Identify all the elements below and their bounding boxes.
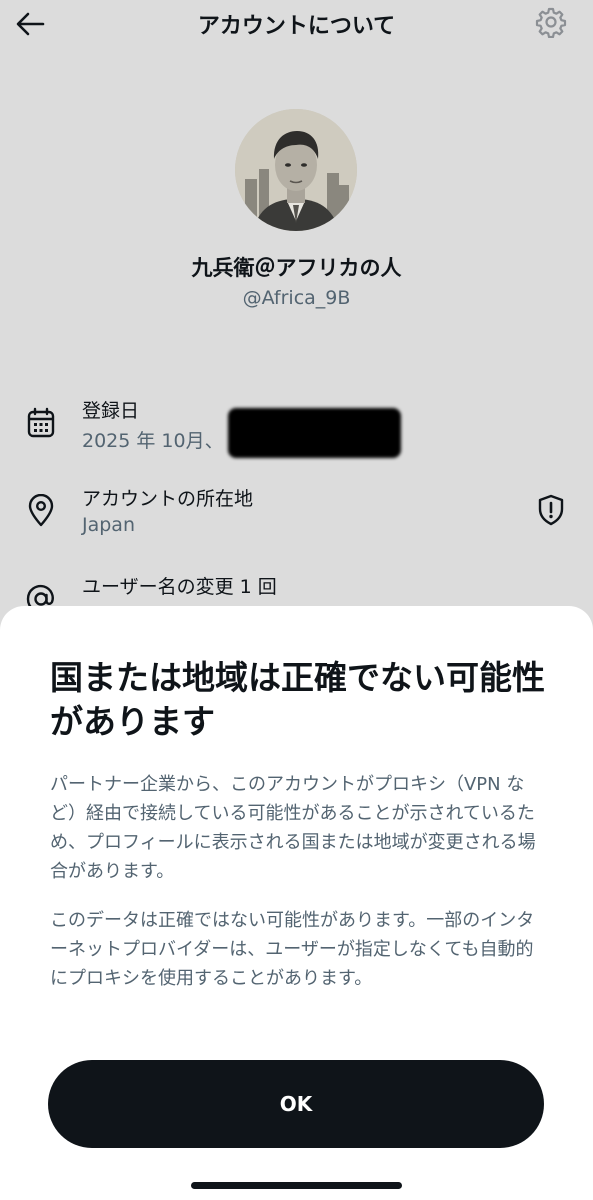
sheet-title: 国または地域は正確でない可能性があります — [50, 658, 545, 741]
location-pin-icon — [24, 494, 58, 528]
avatar[interactable] — [235, 109, 357, 231]
location-label: アカウントの所在地 — [82, 488, 254, 510]
sheet-paragraph-1: パートナー企業から、このアカウントがプロキシ（VPN など）経由で接続している可… — [50, 774, 536, 882]
header: アカウントについて — [0, 0, 593, 48]
shield-exclamation-icon — [538, 494, 564, 526]
sheet-paragraph-2: このデータは正確ではない可能性があります。一部のインターネットプロバイダーは、ユ… — [50, 910, 535, 989]
handle: @Africa_9B — [242, 287, 351, 309]
redaction-block — [228, 408, 401, 458]
settings-button[interactable] — [533, 4, 569, 40]
display-name: 九兵衛＠アフリカの人 — [191, 256, 402, 280]
calendar-icon — [24, 406, 58, 440]
joined-value: 2025 年 10月、 — [82, 430, 224, 452]
home-indicator — [191, 1182, 402, 1189]
gear-icon — [535, 7, 567, 38]
location-warning-button[interactable] — [535, 492, 567, 528]
location-value: Japan — [82, 514, 135, 536]
page-title: アカウントについて — [197, 14, 396, 39]
username-changes-label: ユーザー名の変更 1 回 — [82, 576, 277, 598]
location-accuracy-sheet: 国または地域は正確でない可能性があります パートナー企業から、このアカウントがプ… — [0, 606, 593, 1200]
info-row-location: アカウントの所在地 Japan — [0, 484, 593, 554]
joined-label: 登録日 — [82, 400, 140, 422]
ok-button[interactable]: OK — [48, 1060, 544, 1148]
